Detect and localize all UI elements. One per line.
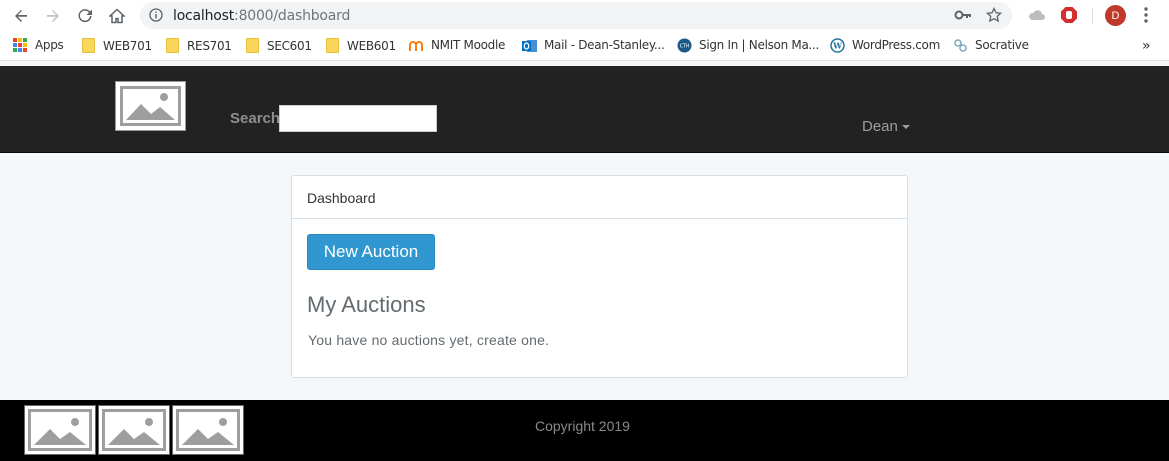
bookmark-web701[interactable]: WEB701 [82,38,152,53]
address-bar[interactable]: localhost:8000/dashboard [140,2,1012,29]
image-placeholder-icon [28,409,92,451]
new-auction-button[interactable]: New Auction [307,234,435,270]
folder-icon [82,38,95,53]
folder-icon [246,38,259,53]
bookmark-apps[interactable]: Apps [13,38,64,52]
cloud-extension-icon[interactable] [1028,6,1046,29]
image-placeholder-icon [102,409,166,451]
profile-avatar[interactable]: D [1105,5,1126,26]
image-placeholder-icon [176,409,240,451]
site-footer: Copyright 2019 [0,400,1169,461]
bookmark-sec601[interactable]: SEC601 [246,38,312,53]
reload-icon[interactable] [73,4,97,28]
bookmark-res701[interactable]: RES701 [166,38,232,53]
caret-down-icon [901,125,910,130]
bookmark-label: RES701 [187,38,232,53]
back-arrow-icon[interactable] [9,4,33,28]
svg-text:W: W [832,41,843,51]
search-input[interactable] [279,105,437,132]
star-icon[interactable] [985,6,1003,28]
bookmark-label: SEC601 [267,38,312,53]
socrative-icon [953,38,967,52]
more-bookmarks-chevron-icon[interactable]: » [1142,38,1151,54]
browser-toolbar: localhost:8000/dashboard D [0,0,1169,32]
bookmark-mail[interactable]: Mail - Dean-Stanley... [522,38,665,52]
footer-image-2 [98,405,170,455]
user-name: Dean [862,118,898,135]
bookmark-label: Mail - Dean-Stanley... [544,38,665,52]
menu-dots-icon[interactable] [1143,6,1149,29]
no-auctions-message: You have no auctions yet, create one. [308,332,550,348]
app-navbar: Search Dean [0,66,1169,153]
folder-icon [166,38,179,53]
site-icon: CTH [677,38,692,53]
toolbar-divider [1092,8,1093,24]
copyright-text: Copyright 2019 [535,418,630,434]
info-icon[interactable] [149,8,163,27]
footer-image-3 [172,405,244,455]
bookmark-label: Socrative [975,38,1029,52]
bookmark-label: Sign In | Nelson Ma... [699,38,820,52]
folder-icon [326,38,339,53]
image-placeholder-icon [120,86,181,126]
adblock-extension-icon[interactable] [1060,6,1078,29]
apps-grid-icon [13,38,27,52]
forward-arrow-icon[interactable] [41,4,65,28]
bookmark-label: WEB701 [103,38,152,53]
bookmark-socrative[interactable]: Socrative [953,38,1029,52]
bookmark-label: WEB601 [347,38,396,53]
bookmark-nmit-moodle[interactable]: NMIT Moodle [409,38,505,52]
bookmarks-bar: Apps WEB701 RES701 SEC601 WEB601 NMIT Mo… [0,32,1169,61]
user-dropdown[interactable]: Dean [862,118,910,135]
my-auctions-title: My Auctions [307,292,426,317]
site-logo[interactable] [115,81,186,131]
footer-image-1 [24,405,96,455]
bookmark-wordpress[interactable]: W WordPress.com [830,38,940,53]
bookmark-label: WordPress.com [852,38,940,52]
moodle-icon [409,38,423,52]
outlook-icon [522,38,537,52]
bookmark-label: NMIT Moodle [431,38,506,52]
url-text[interactable]: localhost:8000/dashboard [173,8,350,24]
bookmark-label: Apps [35,38,64,52]
wordpress-icon: W [830,38,845,53]
dashboard-panel: Dashboard New Auction My Auctions You ha… [291,175,908,378]
svg-text:CTH: CTH [680,44,690,50]
url-path: :8000/dashboard [234,8,351,24]
search-label: Search [230,110,281,127]
key-icon[interactable] [954,7,972,28]
url-host: localhost [173,8,235,24]
panel-heading: Dashboard [292,176,907,219]
home-icon[interactable] [105,4,129,28]
bookmark-web601[interactable]: WEB601 [326,38,396,53]
bookmark-sign-in[interactable]: CTH Sign In | Nelson Ma... [677,38,820,53]
